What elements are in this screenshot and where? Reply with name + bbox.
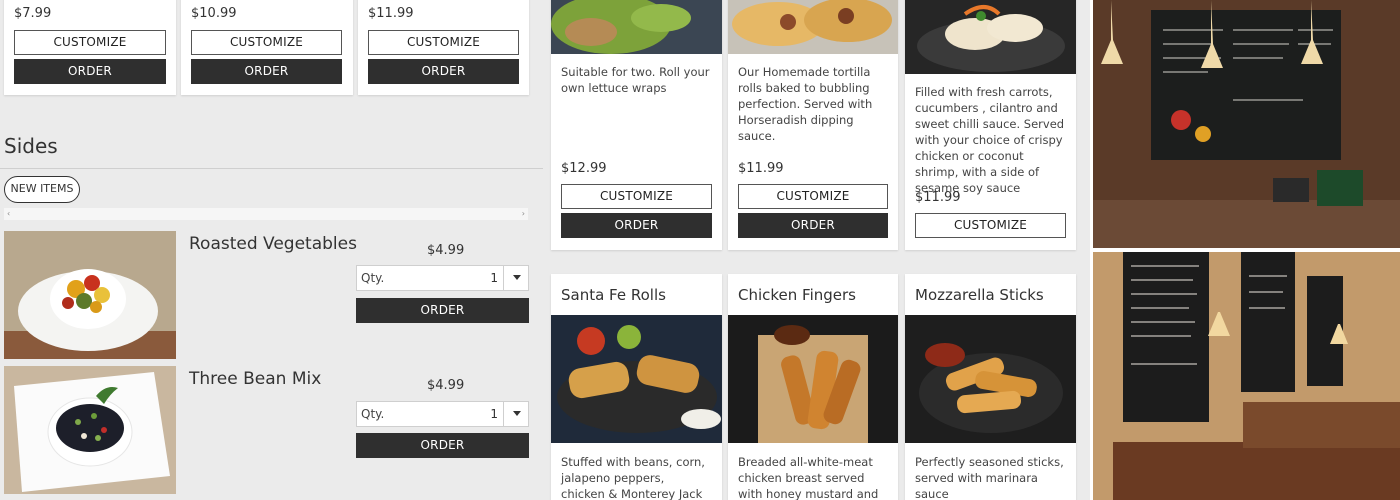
customize-button[interactable]: CUSTOMIZE [915, 213, 1066, 238]
item-description: Suitable for two. Roll your own lettuce … [561, 65, 710, 95]
chevron-down-icon[interactable] [503, 266, 528, 290]
horizontal-scrollbar[interactable]: ‹ › [4, 208, 528, 220]
item-price: $11.99 [915, 190, 961, 205]
menu-card: Filled with fresh carrots, cucumbers , c… [905, 0, 1076, 250]
section-title: Sides [4, 134, 58, 158]
item-title: Santa Fe Rolls [561, 286, 666, 304]
order-button[interactable]: ORDER [738, 213, 888, 238]
order-button[interactable]: ORDER [356, 433, 529, 458]
qty-value: 1 [490, 271, 498, 285]
menu-card: Suitable for two. Roll your own lettuce … [551, 0, 722, 250]
menu-card: Chicken Fingers Breaded all-white-meat c… [728, 274, 898, 500]
mozzarella-sticks-image [905, 315, 1076, 443]
item-description: Stuffed with beans, corn, jalapeno peppe… [561, 455, 705, 500]
order-button[interactable]: ORDER [368, 59, 519, 84]
item-title: Chicken Fingers [738, 286, 856, 304]
chicken-fingers-image [728, 315, 898, 443]
item-price: $12.99 [561, 161, 607, 176]
customize-button[interactable]: CUSTOMIZE [14, 30, 166, 55]
item-description: Perfectly seasoned sticks, served with m… [915, 455, 1064, 500]
customize-button[interactable]: CUSTOMIZE [738, 184, 888, 209]
quantity-selector[interactable]: Qty. 1 [356, 265, 529, 291]
side-item-price: $4.99 [427, 378, 465, 393]
qty-label: Qty. [361, 271, 385, 285]
new-items-filter[interactable]: NEW ITEMS [4, 176, 80, 203]
chevron-down-icon[interactable] [503, 402, 528, 426]
menu-card: Mozzarella Sticks Perfectly seasoned sti… [905, 274, 1076, 500]
three-bean-mix-image [4, 366, 176, 494]
side-item-price: $4.99 [427, 243, 465, 258]
item-price: $10.99 [191, 6, 237, 21]
menu-card: $10.99 CUSTOMIZE ORDER [181, 0, 353, 95]
item-description: Breaded all-white-meat chicken breast se… [738, 455, 879, 500]
item-title: Mozzarella Sticks [915, 286, 1044, 304]
order-button[interactable]: ORDER [356, 298, 529, 323]
scroll-right-icon[interactable]: › [522, 208, 525, 220]
customize-button[interactable]: CUSTOMIZE [561, 184, 712, 209]
customize-button[interactable]: CUSTOMIZE [191, 30, 342, 55]
left-menu-column: $7.99 CUSTOMIZE ORDER $10.99 CUSTOMIZE O… [0, 0, 543, 500]
middle-menu-column: Suitable for two. Roll your own lettuce … [543, 0, 1090, 500]
order-button[interactable]: ORDER [14, 59, 166, 84]
quantity-selector[interactable]: Qty. 1 [356, 401, 529, 427]
item-price: $11.99 [738, 161, 784, 176]
side-item-name: Three Bean Mix [189, 369, 322, 389]
lettuce-wraps-image [551, 0, 722, 54]
santa-fe-rolls-image [551, 315, 722, 443]
customize-button[interactable]: CUSTOMIZE [368, 30, 519, 55]
menu-card: $11.99 CUSTOMIZE ORDER [358, 0, 529, 95]
restaurant-interior-photo-2 [1093, 252, 1400, 500]
item-price: $11.99 [368, 6, 414, 21]
menu-card: Santa Fe Rolls Stuffed with beans, corn,… [551, 274, 722, 500]
order-button[interactable]: ORDER [191, 59, 342, 84]
order-button[interactable]: ORDER [561, 213, 712, 238]
restaurant-interior-photo-1 [1093, 0, 1400, 248]
roasted-vegetables-image [4, 231, 176, 359]
qty-value: 1 [490, 407, 498, 421]
scroll-left-icon[interactable]: ‹ [7, 208, 10, 220]
menu-card: Our Homemade tortilla rolls baked to bub… [728, 0, 898, 250]
item-description: Filled with fresh carrots, cucumbers , c… [915, 85, 1065, 195]
restaurant-photos-column [1093, 0, 1400, 500]
item-price: $7.99 [14, 6, 52, 21]
side-item-name: Roasted Vegetables [189, 234, 357, 254]
section-divider [0, 168, 543, 169]
qty-label: Qty. [361, 407, 385, 421]
bao-buns-image [905, 0, 1076, 74]
menu-card: $7.99 CUSTOMIZE ORDER [4, 0, 176, 95]
tortilla-rolls-image [728, 0, 898, 54]
item-description: Our Homemade tortilla rolls baked to bub… [738, 65, 873, 143]
